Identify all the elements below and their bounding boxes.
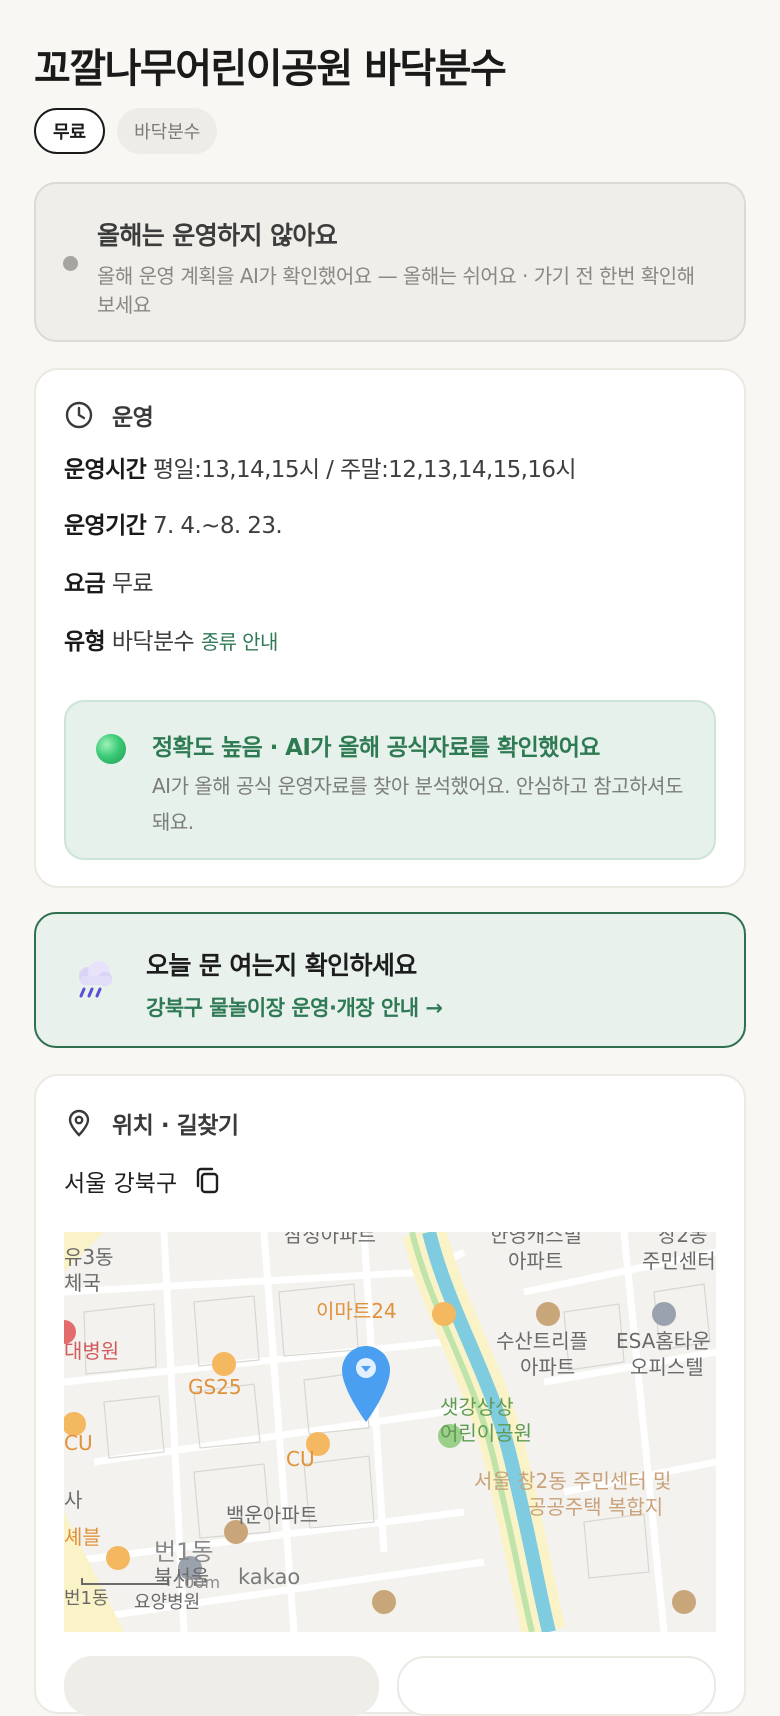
type-guide-link[interactable]: 종류 안내 (201, 630, 279, 654)
map-label: CU (286, 1447, 315, 1471)
map-canvas[interactable]: 삼성아파트 한영캐스빌 아파트 창2동 주민센터 유3동 체국 수산트리플 아파… (64, 1232, 716, 1632)
convenience-store-icon (432, 1302, 456, 1326)
status-dot-icon (63, 256, 78, 271)
tag-chips: 무료 바닥분수 (34, 108, 218, 154)
chip-type[interactable]: 바닥분수 (117, 108, 218, 154)
accuracy-box: 정확도 높음 · AI가 올해 공식자료를 확인했어요 AI가 올해 공식 운영… (64, 700, 716, 860)
convenience-store-icon (212, 1352, 236, 1376)
map-label: 어린이공원 (440, 1421, 532, 1445)
office-icon (652, 1302, 676, 1326)
map-label: 공공주택 복합지 (528, 1495, 663, 1519)
kakao-logo: kakao (238, 1565, 300, 1589)
accuracy-orb-icon (96, 734, 126, 764)
map-label: 유3동 (64, 1245, 114, 1269)
hours-row: 운영시간 평일:13,14,15시 / 주말:12,13,14,15,16시 (64, 450, 577, 484)
fee-value: 무료 (111, 571, 154, 597)
map-label: 아파트 (520, 1355, 575, 1379)
fee-row: 요금 무료 (64, 564, 154, 598)
map-label: 셰블 (64, 1525, 101, 1549)
period-value: 7. 4.~8. 23. (152, 513, 283, 539)
address-row: 서울 강북구 (64, 1164, 223, 1198)
status-notice: 올해는 운영하지 않아요 올해 운영 계획을 AI가 확인했어요 — 올해는 쉬… (34, 182, 746, 342)
map-label: 샛강상상 (440, 1395, 514, 1419)
type-row: 유형 바닥분수 종류 안내 (64, 622, 278, 656)
map-label: 창2동 (658, 1232, 708, 1247)
clock-icon (65, 401, 93, 429)
location-heading-label: 위치 · 길찾기 (112, 1113, 239, 1139)
apartment-icon (672, 1590, 696, 1614)
map-label: 삼성아파트 (284, 1232, 376, 1247)
map-label: CU (64, 1431, 93, 1455)
type-value: 바닥분수 (111, 629, 195, 655)
check-open-banner[interactable]: 오늘 문 여는지 확인하세요 강북구 물놀이장 운영·개장 안내 → (34, 912, 746, 1048)
rain-cloud-icon (79, 961, 112, 998)
map-label: 오피스텔 (630, 1355, 704, 1379)
operation-card: 운영 운영시간 평일:13,14,15시 / 주말:12,13,14,15,16… (34, 368, 746, 888)
route-button-primary[interactable] (64, 1656, 379, 1716)
type-label: 유형 (64, 629, 106, 655)
apartment-icon (372, 1590, 396, 1614)
banner-title: 오늘 문 여는지 확인하세요 (146, 951, 417, 980)
location-card: 위치 · 길찾기 서울 강북구 삼성아파트 한영캐스빌 아파트 창2동 주민센터… (34, 1074, 746, 1716)
map-pin-icon (68, 1109, 90, 1137)
apartment-icon (536, 1302, 560, 1326)
operation-heading: 운영 (64, 398, 154, 432)
copy-icon[interactable] (193, 1166, 223, 1196)
accuracy-desc: AI가 올해 공식 운영자료를 찾아 분석했어요. 안심하고 참고하셔도 돼요. (152, 774, 683, 834)
page-title: 꼬깔나무어린이공원 바닥분수 (34, 46, 507, 92)
hours-label: 운영시간 (64, 457, 147, 483)
map-label: 수산트리플 (496, 1329, 588, 1353)
scale-label: 100m (174, 1573, 220, 1592)
map-label: 주민센터 (642, 1249, 716, 1273)
cafe-icon (106, 1546, 130, 1570)
map-label: 대병원 (64, 1339, 119, 1363)
map-label: 사 (64, 1488, 82, 1512)
location-heading: 위치 · 길찾기 (64, 1106, 239, 1140)
period-label: 운영기간 (64, 513, 147, 539)
map-label: 아파트 (508, 1249, 563, 1273)
hours-value: 평일:13,14,15시 / 주말:12,13,14,15,16시 (152, 457, 577, 483)
accuracy-title: 정확도 높음 · AI가 올해 공식자료를 확인했어요 (152, 735, 600, 761)
banner-link[interactable]: 강북구 물놀이장 운영·개장 안내 → (146, 992, 443, 1022)
chip-free[interactable]: 무료 (34, 108, 106, 154)
map-label: 번1동 (154, 1538, 213, 1566)
address-text: 서울 강북구 (64, 1171, 178, 1197)
notice-title: 올해는 운영하지 않아요 (97, 221, 338, 250)
map-label: 서울 창2동 주민센터 및 (474, 1469, 671, 1493)
map-label: GS25 (188, 1375, 242, 1399)
notice-desc: 올해 운영 계획을 AI가 확인했어요 — 올해는 쉬어요 · 가기 전 한번 … (97, 264, 695, 317)
map-label: 요양병원 (134, 1592, 200, 1613)
map-label: 체국 (64, 1271, 101, 1295)
map-label: ESA홈타운 (616, 1329, 711, 1353)
period-row: 운영기간 7. 4.~8. 23. (64, 506, 283, 540)
route-button-secondary[interactable] (397, 1656, 716, 1716)
operation-heading-label: 운영 (112, 405, 154, 431)
map-label: 백운아파트 (226, 1503, 318, 1527)
map-view[interactable]: 삼성아파트 한영캐스빌 아파트 창2동 주민센터 유3동 체국 수산트리플 아파… (64, 1232, 716, 1632)
map-label: 한영캐스빌 (490, 1232, 582, 1247)
fee-label: 요금 (64, 571, 106, 597)
map-label: 이마트24 (316, 1299, 397, 1323)
map-label: 번1동 (64, 1588, 109, 1609)
route-buttons (64, 1656, 716, 1716)
